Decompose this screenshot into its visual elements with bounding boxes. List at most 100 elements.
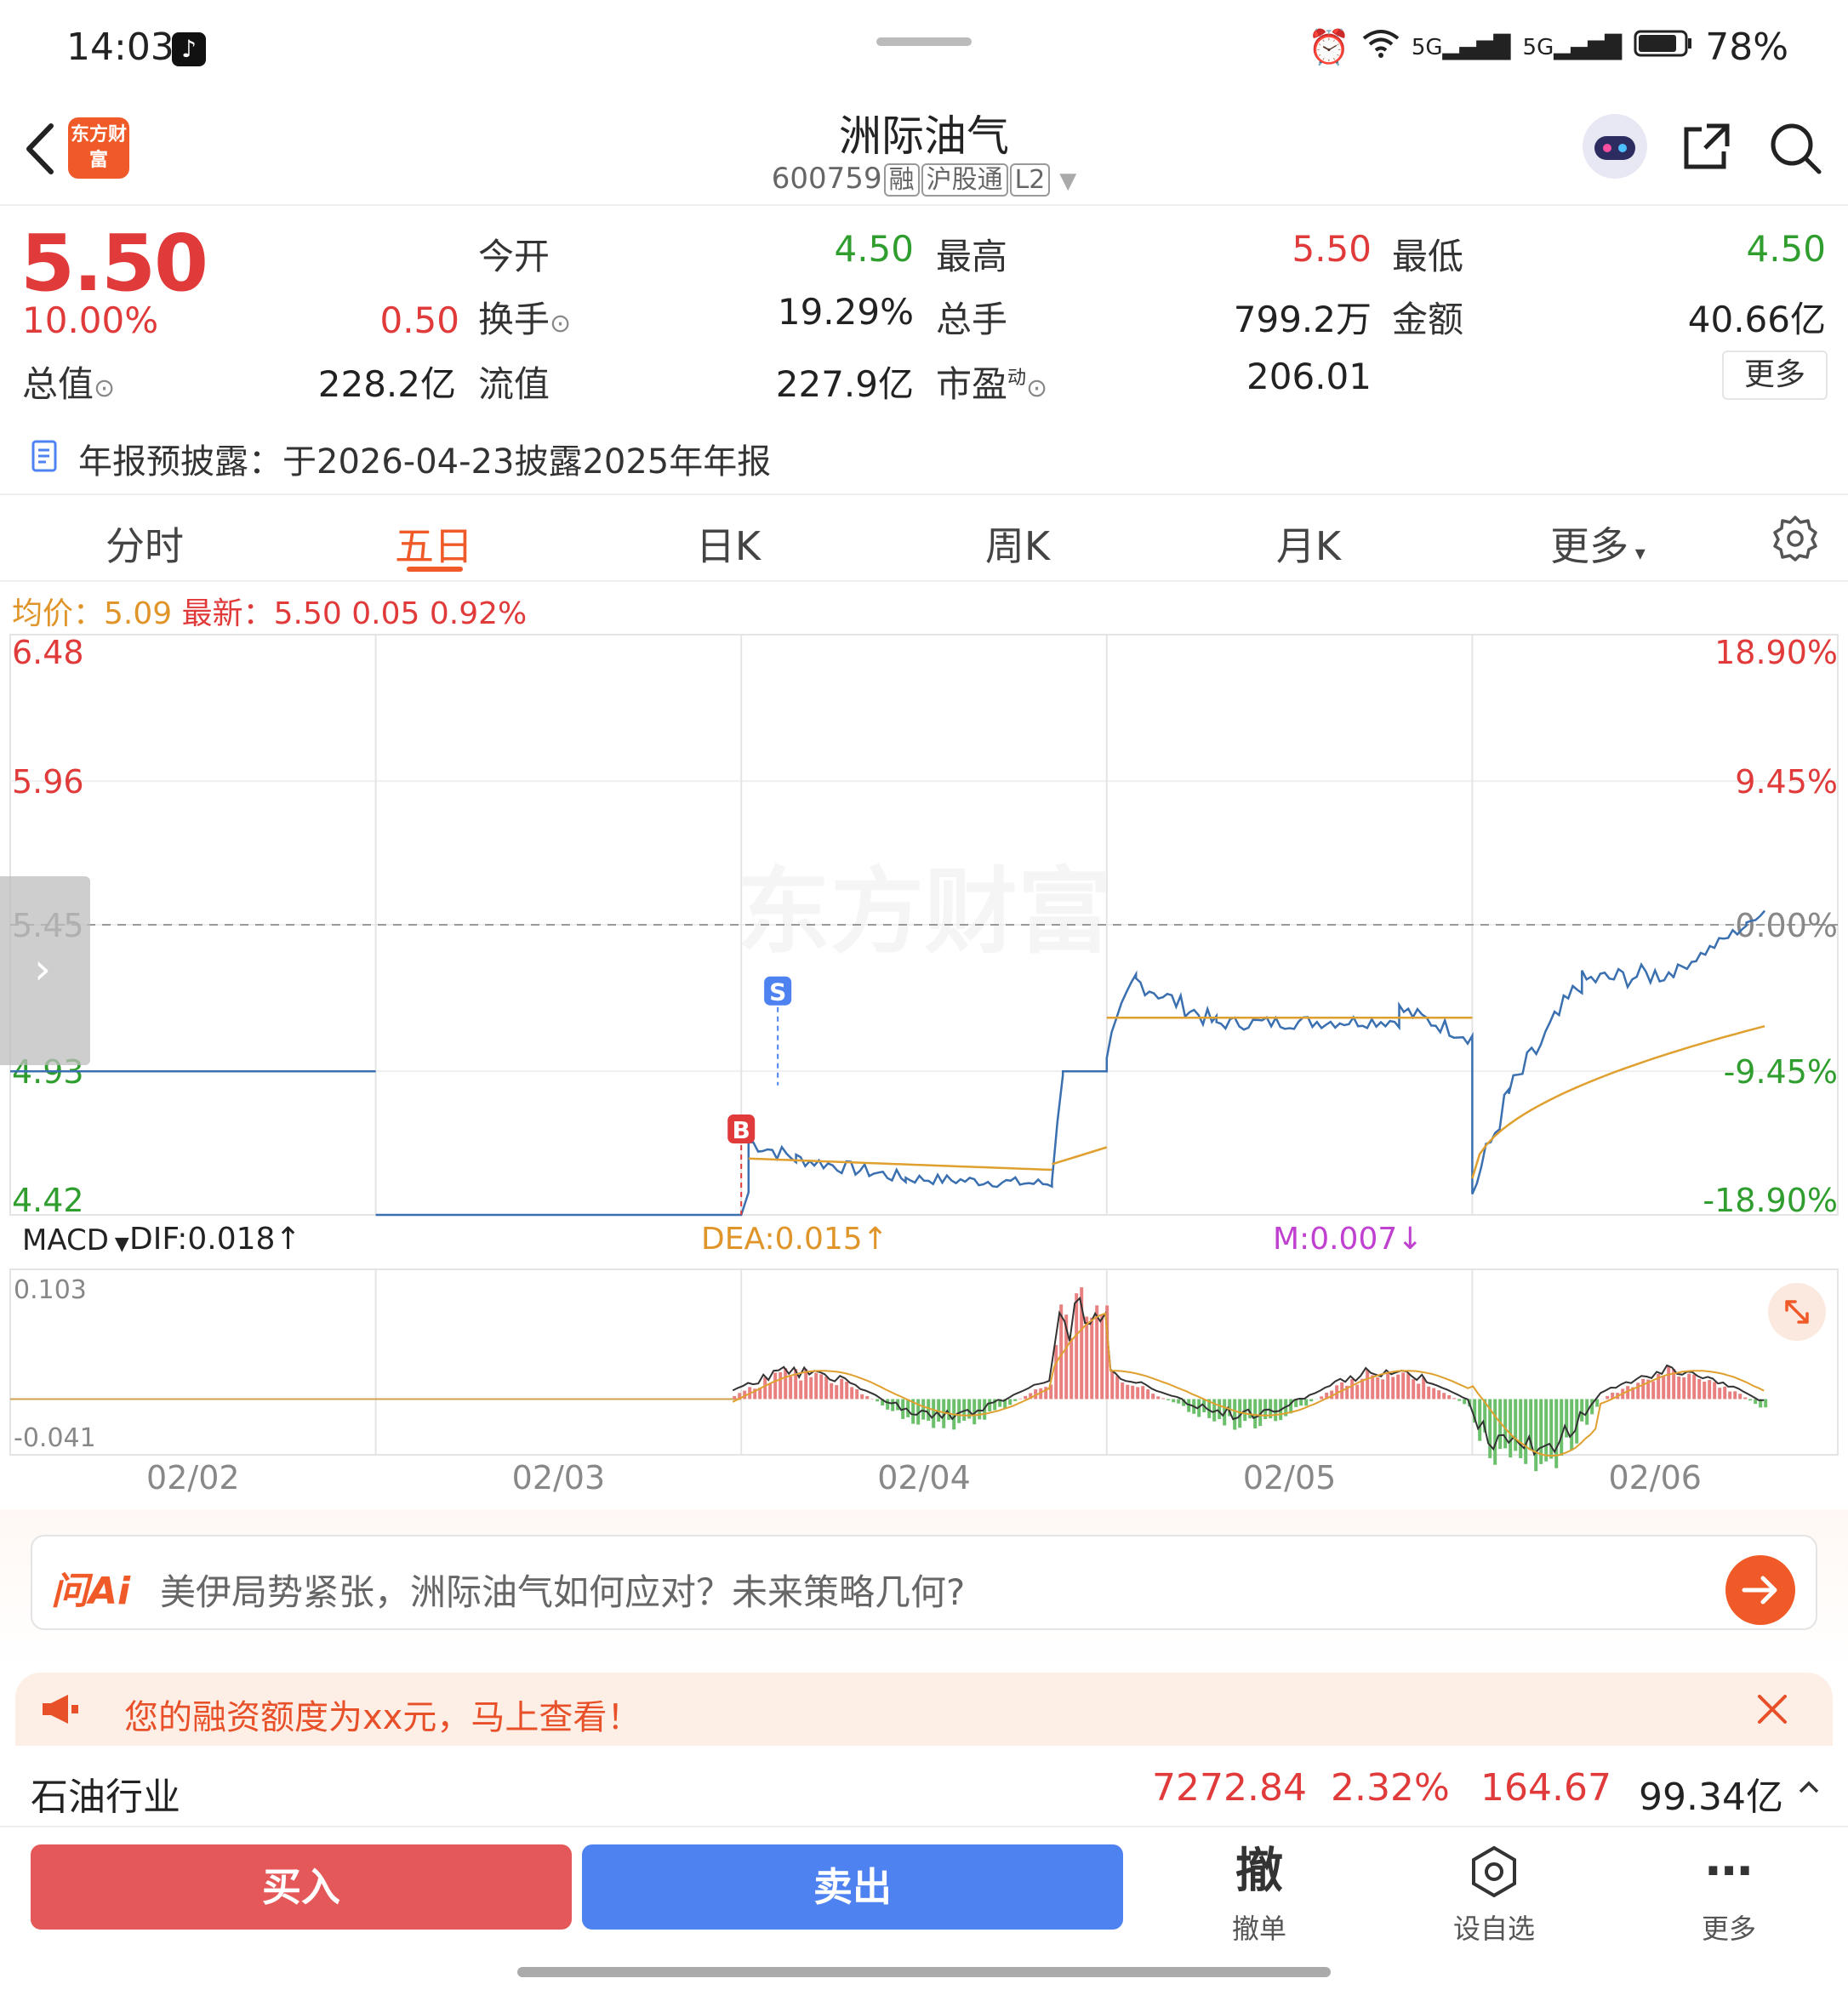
marker-b-label: B [733, 1116, 750, 1144]
macd-histogram-bar [850, 1387, 854, 1400]
date-axis-label: 02/06 [1608, 1459, 1702, 1496]
macd-histogram-bar [1493, 1399, 1497, 1465]
close-icon[interactable] [1751, 1688, 1794, 1730]
pe-value: 206.01 [1246, 356, 1372, 397]
macd-histogram-bar [957, 1399, 961, 1423]
macd-dif: DIF:0.018↑ [129, 1222, 301, 1257]
chevron-up-icon[interactable] [1794, 1771, 1824, 1802]
tab-intraday[interactable]: 分时 [60, 516, 230, 572]
macd-histogram-bar [799, 1380, 803, 1400]
chart-tabs: 分时 五日 日K 周K 月K 更多 ▾ [0, 493, 1848, 582]
sell-button[interactable]: 卖出 [582, 1844, 1123, 1930]
home-indicator[interactable] [517, 1967, 1331, 1977]
dropdown-icon[interactable]: ▼ [1059, 168, 1076, 194]
five-day-chart[interactable]: 东方财富6.4818.90%5.969.45%5.450.00%4.93-9.4… [0, 630, 1848, 1514]
macd-histogram-bar [860, 1394, 864, 1400]
search-icon[interactable] [1768, 121, 1822, 175]
macd-histogram-bar [1299, 1399, 1303, 1406]
drag-handle[interactable] [876, 37, 972, 46]
macd-histogram-bar [773, 1372, 778, 1400]
share-icon[interactable] [1681, 121, 1732, 172]
percent-axis-label: 9.45% [1735, 763, 1838, 801]
low-label: 最低 [1392, 236, 1464, 277]
latest-label: 最新： [181, 596, 274, 631]
date-axis-label: 02/05 [1243, 1459, 1337, 1496]
tab-weekly-k[interactable]: 周K [933, 516, 1103, 572]
industry-row[interactable]: 石油行业 7272.84 2.32% 164.67 99.34亿 [0, 1746, 1848, 1827]
macd-histogram-bar [1723, 1386, 1727, 1400]
macd-histogram-bar [1161, 1398, 1166, 1400]
latest-value: 5.50 [273, 596, 342, 631]
macd-histogram-bar [1355, 1384, 1360, 1400]
macd-histogram-bar [1350, 1379, 1355, 1400]
megaphone-icon [43, 1695, 78, 1724]
tab-daily-k[interactable]: 日K [643, 516, 813, 572]
avg-price-value: 5.09 [104, 596, 173, 631]
financing-banner[interactable]: 您的融资额度为xx元，马上查看！ [15, 1673, 1833, 1746]
stock-name[interactable]: 洲际油气 [0, 102, 1848, 163]
open-value: 4.50 [834, 228, 914, 270]
robot-assistant-icon[interactable] [1583, 114, 1647, 179]
chevron-right-icon: › [34, 944, 51, 994]
ask-ai-logo: 问Ai [51, 1570, 131, 1613]
pe-label[interactable]: 市盈动⊙ [936, 356, 1047, 408]
battery-percentage: 78% [1705, 26, 1788, 69]
cancel-order-button[interactable]: 撤 撤单 [1191, 1841, 1327, 1947]
macd-histogram-bar [988, 1399, 992, 1411]
macd-histogram-bar [1432, 1388, 1436, 1400]
macd-histogram-bar [1018, 1398, 1023, 1400]
macd-histogram-bar [1013, 1399, 1018, 1401]
macd-histogram-bar [1524, 1399, 1528, 1464]
side-expand-tab[interactable]: › [0, 876, 90, 1065]
macd-histogram-bar [1682, 1377, 1686, 1400]
high-label: 最高 [936, 236, 1008, 277]
chart-svg[interactable]: 东方财富6.4818.90%5.969.45%5.450.00%4.93-9.4… [0, 630, 1848, 1514]
macd-histogram-bar [1437, 1390, 1441, 1400]
current-price: 5.50 [20, 218, 208, 309]
volume-label: 总手 [936, 299, 1008, 340]
macd-histogram-bar [1478, 1399, 1482, 1441]
macd-histogram-bar [1131, 1385, 1135, 1400]
percent-axis-label: -9.45% [1724, 1053, 1838, 1091]
macd-selector[interactable]: MACD ▼ [22, 1223, 129, 1257]
macd-histogram-bar [1110, 1371, 1115, 1400]
tab-monthly-k[interactable]: 月K [1223, 516, 1394, 572]
more-quote-button[interactable]: 更多 [1722, 351, 1828, 400]
ask-ai-input[interactable]: 问Ai 美伊局势紧张，洲际油气如何应对？未来策略几何? [31, 1535, 1817, 1630]
turnover-value: 19.29% [777, 291, 914, 333]
tab-more[interactable]: 更多 ▾ [1513, 516, 1683, 572]
macd-histogram-bar [1309, 1399, 1314, 1402]
settings-icon[interactable] [1771, 514, 1819, 562]
tab-five-day[interactable]: 五日 [349, 516, 519, 572]
macd-histogram-bar [1733, 1391, 1737, 1400]
date-axis-label: 02/04 [877, 1459, 971, 1496]
macd-histogram-bar [1713, 1382, 1717, 1400]
more-actions-button[interactable]: ⋯ 更多 [1661, 1841, 1797, 1947]
financing-text[interactable]: 您的融资额度为xx元，马上查看！ [124, 1690, 641, 1739]
ask-ai-prompt[interactable]: 美伊局势紧张，洲际油气如何应对？未来策略几何? [160, 1564, 965, 1616]
macd-m: M:0.007↓ [1273, 1222, 1423, 1257]
macd-histogram-bar [1024, 1395, 1028, 1400]
macd-histogram-bar [1218, 1399, 1222, 1420]
macd-histogram-bar [1687, 1373, 1691, 1400]
quote-panel: 5.50 10.00% 0.50 总值⊙ 228.2亿 今开 4.50 最高 5… [0, 204, 1848, 493]
turnover-label[interactable]: 换手⊙ [478, 291, 571, 343]
add-watchlist-button[interactable]: 设自选 [1426, 1841, 1562, 1947]
macd-histogram-bar [804, 1369, 808, 1400]
macd-histogram-bar [1233, 1399, 1237, 1430]
total-value-label[interactable]: 总值⊙ [22, 356, 115, 408]
stock-code-line[interactable]: 600759 融沪股通 L2 ▼ [0, 158, 1848, 197]
report-notice-icon [31, 440, 57, 472]
macd-histogram-bar [1677, 1376, 1681, 1400]
expand-icon[interactable] [1768, 1283, 1826, 1341]
ask-ai-send-button[interactable] [1725, 1555, 1795, 1625]
report-notice[interactable]: 年报预披露：于2026-04-23披露2025年年报 [78, 434, 771, 483]
macd-histogram-bar [1417, 1383, 1421, 1400]
macd-histogram-bar [1697, 1378, 1702, 1400]
macd-histogram-bar [1519, 1399, 1523, 1458]
amount-label: 金额 [1392, 299, 1464, 340]
cancel-order-label: 撤单 [1231, 1913, 1286, 1945]
macd-histogram-bar [1376, 1377, 1380, 1400]
macd-histogram-bar [789, 1376, 793, 1400]
buy-button[interactable]: 买入 [31, 1844, 572, 1930]
